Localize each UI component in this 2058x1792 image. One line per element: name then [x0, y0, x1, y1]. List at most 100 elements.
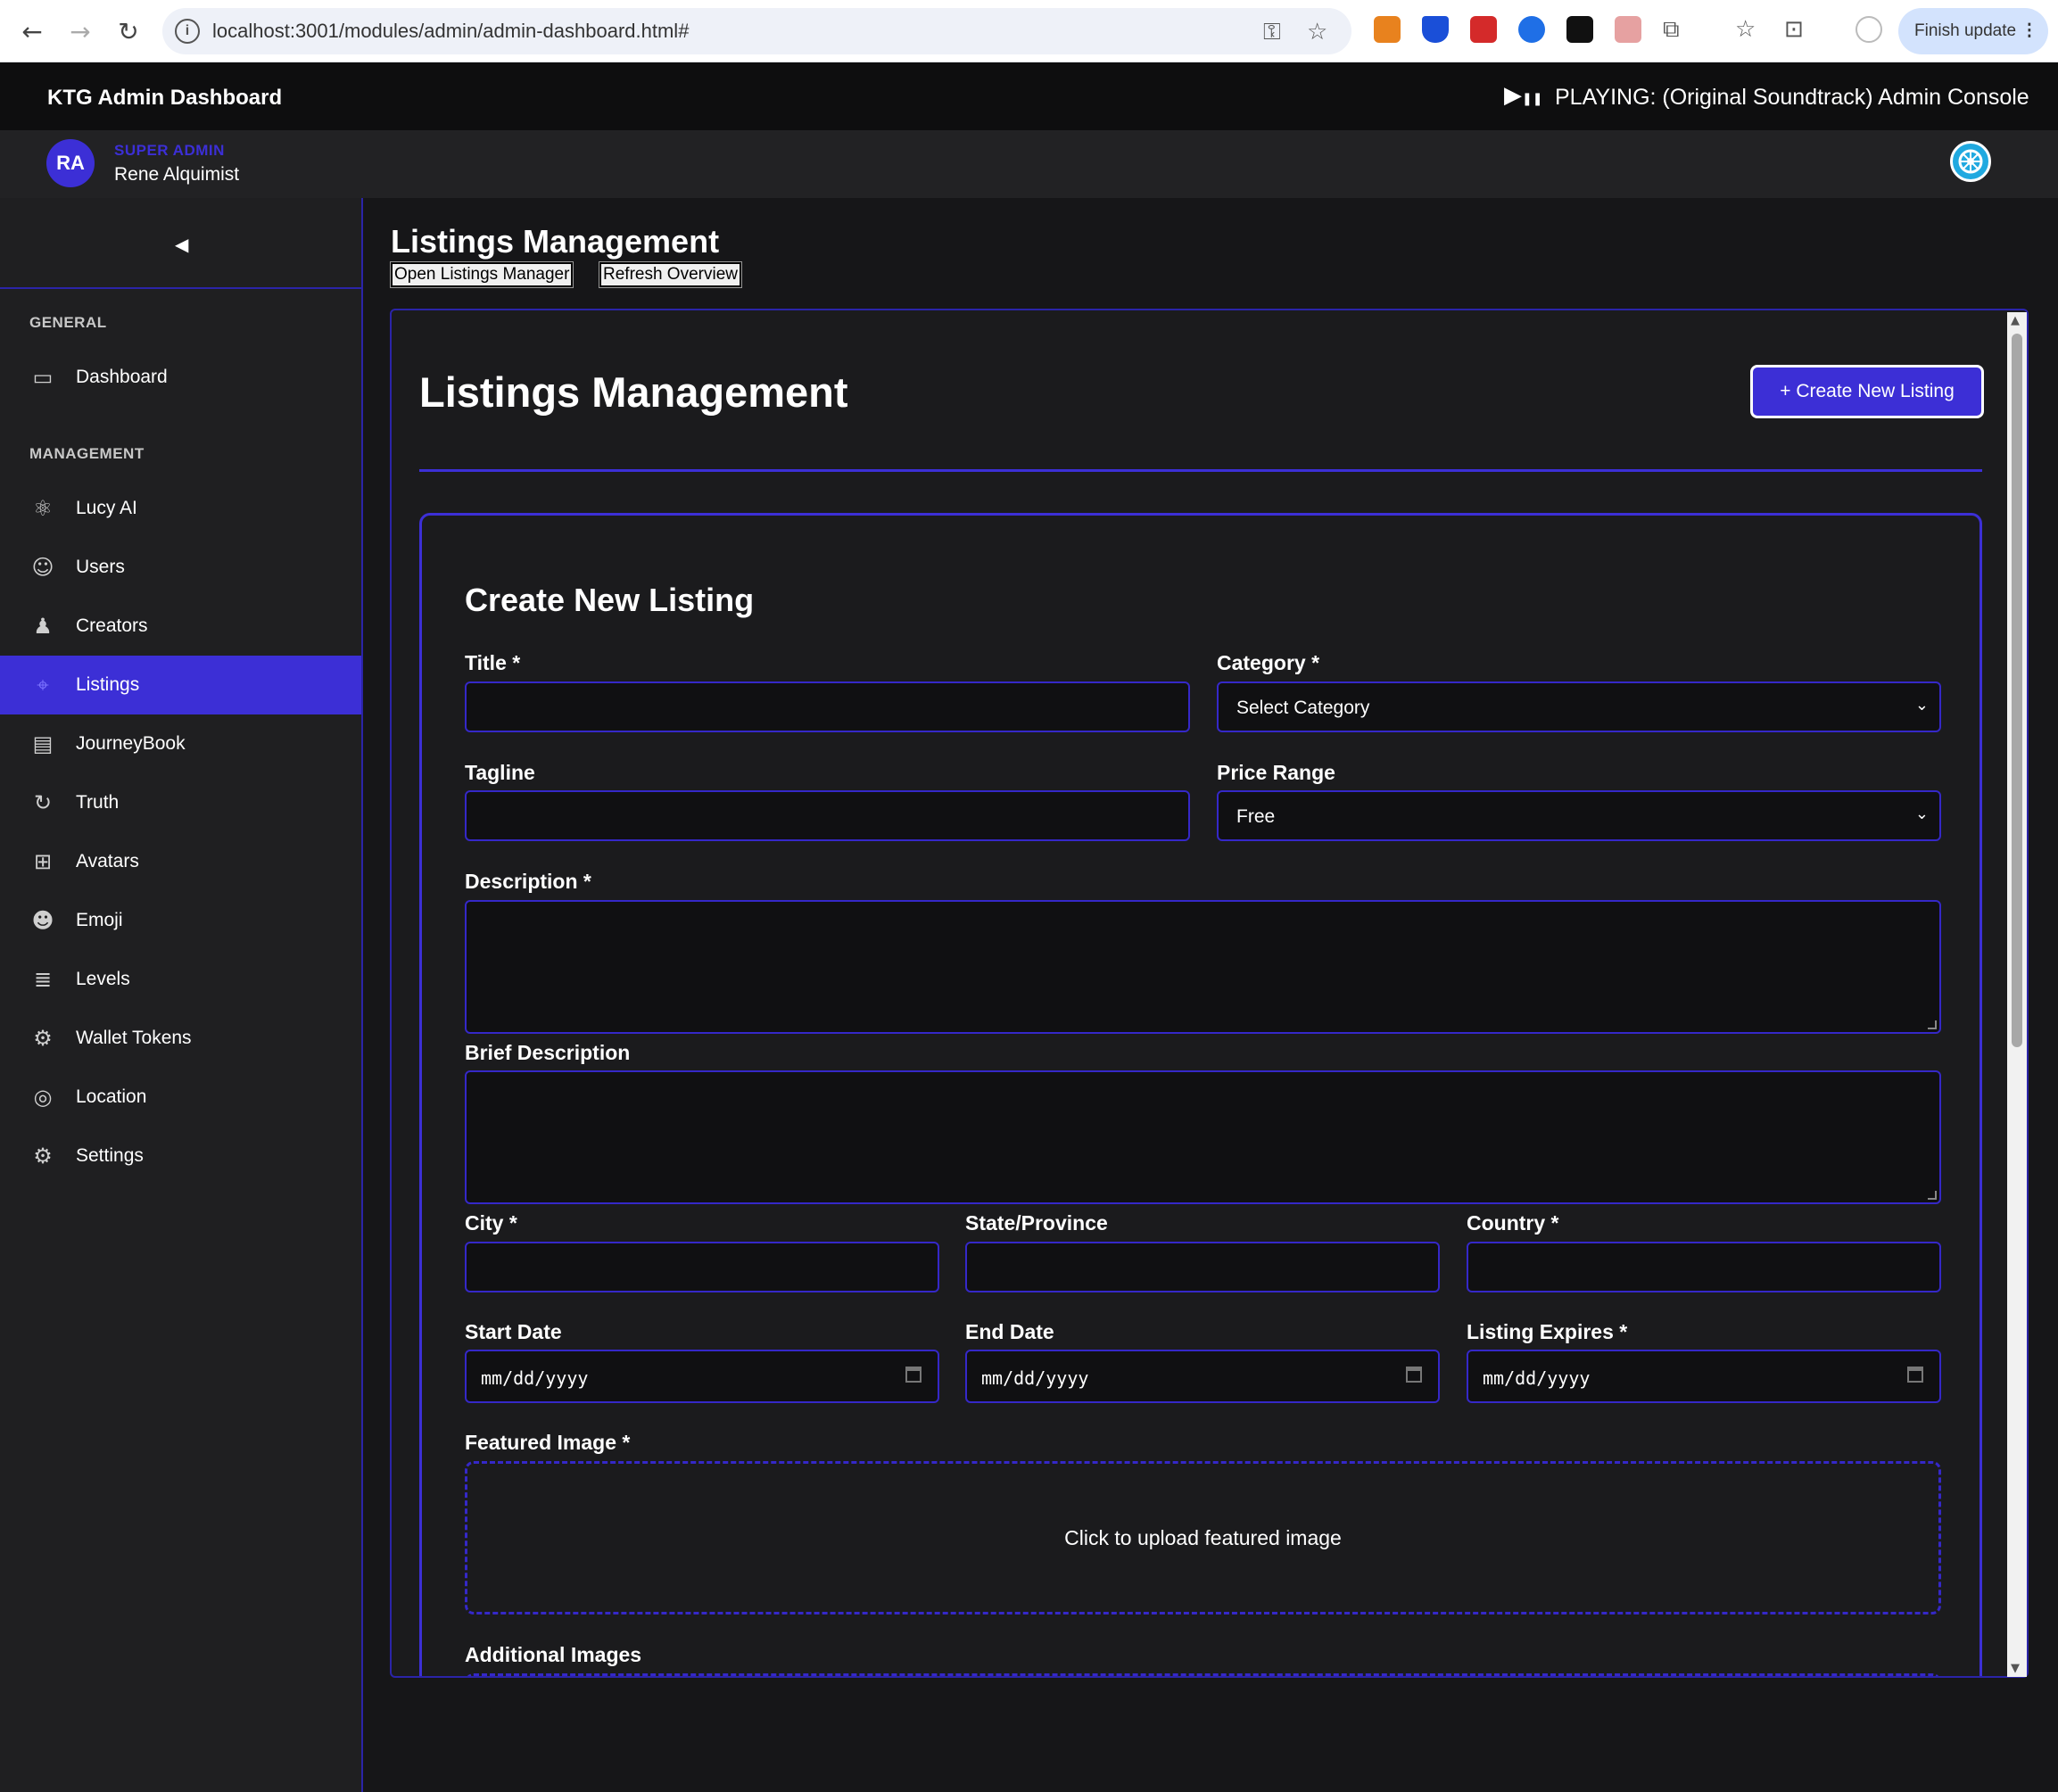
- sidebar-item-label: Avatars: [76, 851, 139, 871]
- section-management: MANAGEMENT: [29, 445, 145, 462]
- sidebar-item-wallet-tokens[interactable]: ⚙ Wallet Tokens: [0, 1009, 361, 1068]
- finish-update-button[interactable]: Finish update ⋮: [1898, 8, 2048, 54]
- listing-expires-placeholder: mm/dd/yyyy: [1483, 1367, 1591, 1389]
- create-listing-form: Create New Listing Title * Category * Se…: [419, 513, 1982, 1676]
- brief-description-textarea[interactable]: [465, 1070, 1941, 1204]
- collapse-sidebar-icon[interactable]: ◀: [175, 234, 188, 255]
- additional-images-label: Additional Images: [465, 1643, 642, 1666]
- sidebar-item-label: Wallet Tokens: [76, 1028, 192, 1048]
- sidebar-item-dashboard[interactable]: ▭ Dashboard: [0, 348, 361, 407]
- star-list-icon[interactable]: ☆: [1735, 16, 1756, 43]
- category-label: Category *: [1217, 651, 1320, 674]
- sidebar-item-levels[interactable]: ≣ Levels: [0, 950, 361, 1009]
- user-name: Rene Alquimist: [114, 164, 240, 185]
- scroll-down-icon[interactable]: ▼: [2011, 1662, 2020, 1675]
- scroll-thumb[interactable]: [2012, 334, 2022, 1047]
- tagline-label: Tagline: [465, 761, 535, 784]
- page-title: Listings Management: [391, 223, 720, 260]
- price-range-select[interactable]: Free ⌄: [1217, 790, 1941, 841]
- sidebar-item-settings[interactable]: ⚙ Settings: [0, 1127, 361, 1185]
- listings-panel: Listings Management + Create New Listing…: [390, 309, 2029, 1678]
- panel-divider: [419, 469, 1982, 472]
- site-info-icon[interactable]: i: [175, 19, 200, 44]
- calendar-icon[interactable]: [905, 1367, 922, 1383]
- atom-icon: ⚛: [33, 496, 53, 521]
- forward-icon[interactable]: →: [64, 16, 96, 48]
- country-input[interactable]: [1467, 1242, 1941, 1292]
- featured-image-upload[interactable]: Click to upload featured image: [465, 1461, 1941, 1614]
- listing-expires-input[interactable]: mm/dd/yyyy: [1467, 1350, 1941, 1403]
- sidebar-item-avatars[interactable]: ⊞ Avatars: [0, 832, 361, 891]
- open-listings-manager-button[interactable]: Open Listings Manager: [389, 261, 574, 288]
- create-new-listing-button[interactable]: + Create New Listing: [1750, 365, 1984, 418]
- circle-extension-icon[interactable]: [1518, 16, 1545, 43]
- back-icon[interactable]: ←: [16, 16, 48, 48]
- user-bar: RA SUPER ADMIN Rene Alquimist: [0, 130, 2058, 198]
- featured-image-prompt: Click to upload featured image: [1064, 1526, 1342, 1549]
- resize-handle-icon[interactable]: [1928, 1020, 1937, 1029]
- reload-icon[interactable]: ↻: [112, 16, 145, 48]
- city-label: City *: [465, 1211, 517, 1235]
- sidebar-item-label: Lucy AI: [76, 498, 137, 518]
- profile-icon[interactable]: [1856, 16, 1882, 43]
- dark-extension-icon[interactable]: [1566, 16, 1593, 43]
- tagline-input[interactable]: [465, 790, 1190, 841]
- avatar[interactable]: RA: [46, 139, 95, 187]
- calendar-icon[interactable]: [1406, 1367, 1422, 1383]
- resize-handle-icon[interactable]: [1928, 1191, 1937, 1200]
- puzzle-icon[interactable]: ⧉: [1663, 16, 1680, 44]
- bookmark-star-icon[interactable]: ☆: [1307, 19, 1327, 45]
- sidebar-item-location[interactable]: ◎ Location: [0, 1068, 361, 1127]
- sidebar-item-label: Users: [76, 557, 125, 577]
- refresh-overview-button[interactable]: Refresh Overview: [599, 261, 742, 288]
- category-select[interactable]: Select Category ⌄: [1217, 681, 1941, 732]
- title-label: Title *: [465, 651, 521, 674]
- end-date-label: End Date: [965, 1320, 1054, 1343]
- user-role: SUPER ADMIN: [114, 142, 225, 159]
- state-input[interactable]: [965, 1242, 1440, 1292]
- sidebar-item-users[interactable]: ☺ Users: [0, 538, 361, 597]
- price-range-label: Price Range: [1217, 761, 1335, 784]
- description-label: Description *: [465, 870, 591, 893]
- play-pause-icon[interactable]: ▶❚❚: [1504, 82, 1542, 109]
- pdf-extension-icon[interactable]: [1470, 16, 1497, 43]
- shield-extension-icon[interactable]: [1422, 16, 1449, 43]
- start-date-placeholder: mm/dd/yyyy: [481, 1367, 589, 1389]
- end-date-input[interactable]: mm/dd/yyyy: [965, 1350, 1440, 1403]
- cast-extension-icon[interactable]: [1615, 16, 1641, 43]
- sidebar-item-label: Listings: [76, 674, 140, 695]
- start-date-input[interactable]: mm/dd/yyyy: [465, 1350, 939, 1403]
- fox-extension-icon[interactable]: [1374, 16, 1401, 43]
- country-label: Country *: [1467, 1211, 1559, 1235]
- additional-images-upload[interactable]: [465, 1673, 1941, 1676]
- sidebar-item-journeybook[interactable]: ▤ JourneyBook: [0, 714, 361, 773]
- state-label: State/Province: [965, 1211, 1108, 1235]
- address-bar[interactable]: i localhost:3001/modules/admin/admin-das…: [162, 8, 1351, 54]
- sidebar-item-label: Settings: [76, 1145, 144, 1166]
- tab-search-icon[interactable]: ⊡: [1784, 16, 1804, 43]
- scroll-up-icon[interactable]: ▲: [2011, 314, 2020, 327]
- sidebar-item-listings[interactable]: ⌖ Listings: [0, 656, 361, 714]
- key-icon[interactable]: ⚿: [1263, 19, 1281, 46]
- sidebar-item-creators[interactable]: ♟ Creators: [0, 597, 361, 656]
- url-text[interactable]: localhost:3001/modules/admin/admin-dashb…: [212, 20, 689, 43]
- title-input[interactable]: [465, 681, 1190, 732]
- city-input[interactable]: [465, 1242, 939, 1292]
- sidebar-item-label: Levels: [76, 969, 130, 989]
- description-textarea[interactable]: [465, 900, 1941, 1034]
- group-icon: ♟: [33, 614, 53, 639]
- menu-dots-icon: ⋮: [2021, 21, 2038, 40]
- settings-wheel-icon[interactable]: [1950, 141, 1991, 182]
- target-icon: ⌖: [37, 673, 49, 698]
- panel-scrollbar[interactable]: ▲ ▼: [2007, 312, 2027, 1677]
- browser-toolbar: ← → ↻ i localhost:3001/modules/admin/adm…: [0, 0, 2058, 62]
- sidebar-item-emoji[interactable]: ☻ Emoji: [0, 891, 361, 950]
- sidebar-divider: [0, 287, 361, 289]
- user-icon: ☺: [31, 555, 54, 580]
- stack-icon: ≣: [33, 967, 53, 992]
- sidebar-item-lucy-ai[interactable]: ⚛ Lucy AI: [0, 479, 361, 538]
- sidebar-item-truth[interactable]: ↻ Truth: [0, 773, 361, 832]
- brand-title: KTG Admin Dashboard: [47, 86, 283, 110]
- sidebar-item-label: Dashboard: [76, 367, 168, 387]
- calendar-icon[interactable]: [1907, 1367, 1923, 1383]
